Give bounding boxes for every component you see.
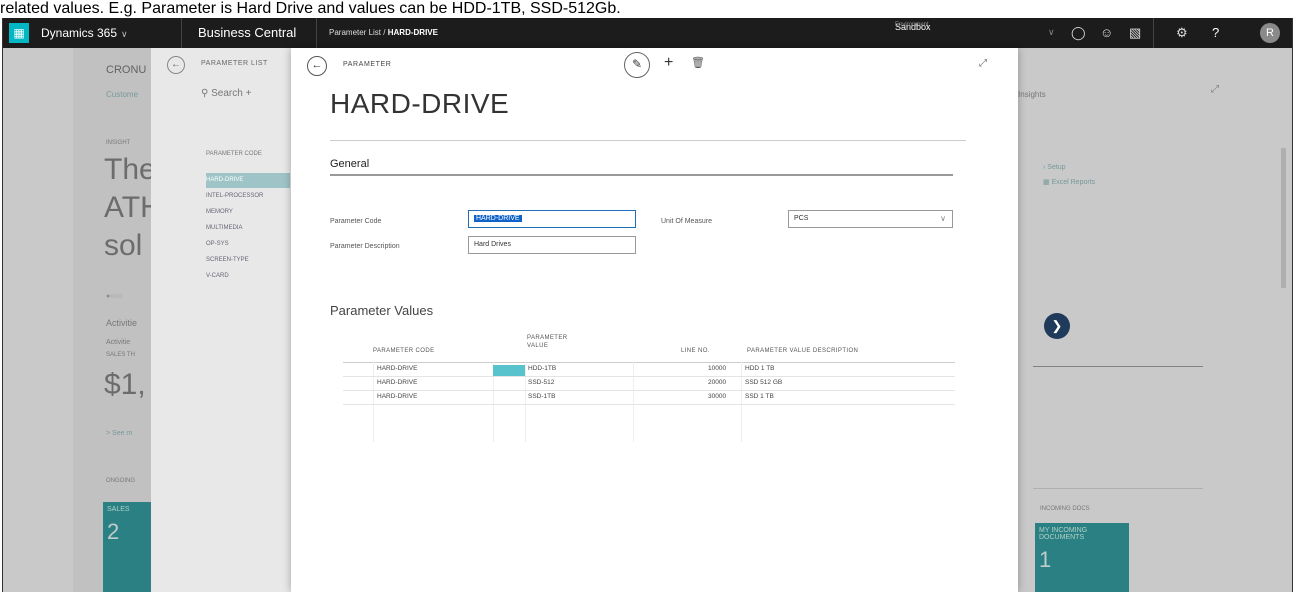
row-selector[interactable] (493, 365, 525, 376)
gear-icon[interactable]: ⚙ (1176, 25, 1188, 41)
unit-of-measure-label: Unit Of Measure (661, 218, 712, 225)
list-item[interactable]: MEMORY (206, 205, 290, 220)
list-item[interactable]: HARD-DRIVE (206, 173, 290, 188)
cell-code[interactable]: HARD-DRIVE (377, 365, 417, 372)
avatar[interactable]: R (1260, 23, 1280, 43)
divider (1153, 18, 1154, 48)
list-item[interactable]: OP-SYS (206, 237, 290, 252)
top-bar: ▦ Dynamics 365 ∨ Business Central Paramet… (3, 18, 1292, 48)
expand-icon[interactable]: ⤢ (979, 58, 987, 69)
list-item[interactable]: MULTIMEDIA (206, 221, 290, 236)
back-icon[interactable]: ← (307, 56, 327, 76)
list-title: PARAMETER LIST (201, 60, 268, 67)
breadcrumb-record: HARD-DRIVE (387, 28, 438, 37)
cell-description[interactable]: SSD 1 TB (745, 393, 774, 400)
back-icon[interactable]: ← (167, 56, 185, 74)
parameter-code-field[interactable]: HARD-DRIVE (468, 210, 636, 228)
cell-line[interactable]: 10000 (708, 365, 726, 372)
parameter-card: ← PARAMETER ✎ + 🗑 ⤢ HARD-DRIVE General P… (291, 48, 1018, 592)
breadcrumb: Parameter List / HARD-DRIVE (329, 28, 438, 37)
environment-label: Environment (895, 22, 929, 28)
cell-code[interactable]: HARD-DRIVE (377, 393, 417, 400)
parameter-description-field[interactable]: Hard Drives (468, 236, 636, 254)
delete-icon[interactable]: 🗑 (691, 56, 705, 69)
reports-icon[interactable]: ▧ (1129, 25, 1141, 41)
divider (181, 18, 182, 48)
divider (330, 174, 953, 176)
unit-of-measure-select[interactable]: PCS ∨ (788, 210, 953, 228)
dynamics-menu[interactable]: Dynamics 365 ∨ (41, 26, 128, 40)
search-button[interactable]: ⚲ Search + (201, 88, 251, 99)
list-item[interactable]: INTEL-PROCESSOR (206, 189, 290, 204)
environment-indicator: Environment Sandbox (895, 22, 1045, 44)
cell-value[interactable]: SSD-512 (528, 379, 554, 386)
new-icon[interactable]: + (664, 54, 673, 72)
dynamics-label: Dynamics 365 (41, 26, 118, 40)
lightbulb-icon[interactable]: ◯ (1071, 25, 1086, 41)
column-header-description[interactable]: PARAMETER VALUE DESCRIPTION (747, 348, 858, 354)
table-row[interactable]: HARD-DRIVE HDD-1TB 10000 HDD 1 TB (343, 363, 955, 377)
list-column-header: PARAMETER CODE (206, 151, 262, 157)
breadcrumb-list[interactable]: Parameter List (329, 28, 381, 37)
list-item[interactable]: V-CARD (206, 269, 290, 284)
column-header-value-2[interactable]: VALUE (527, 343, 548, 349)
smile-icon[interactable]: ☺ (1100, 25, 1113, 40)
app-name[interactable]: Business Central (198, 25, 296, 40)
cell-value[interactable]: HDD-1TB (528, 365, 556, 372)
column-header-line[interactable]: LINE NO. (681, 348, 710, 354)
app-window: ▦ Dynamics 365 ∨ Business Central Paramet… (2, 18, 1293, 592)
parameter-list-panel: ← PARAMETER LIST ⚲ Search + PARAMETER CO… (151, 48, 291, 592)
caption-text: related values. E.g. Parameter is Hard D… (0, 0, 621, 17)
divider (316, 18, 317, 48)
cell-line[interactable]: 20000 (708, 379, 726, 386)
edit-icon[interactable]: ✎ (624, 52, 650, 78)
table-row-empty[interactable] (343, 405, 955, 418)
breadcrumb-separator: / (383, 28, 386, 37)
table-row[interactable]: HARD-DRIVE SSD-1TB 30000 SSD 1 TB (343, 391, 955, 405)
chevron-down-icon: ∨ (121, 29, 128, 39)
page-title: HARD-DRIVE (330, 88, 510, 119)
list-item[interactable]: SCREEN-TYPE (206, 253, 290, 268)
fasttab-general[interactable]: General (330, 158, 369, 170)
parameter-values-heading: Parameter Values (330, 303, 434, 318)
cell-value[interactable]: SSD-1TB (528, 393, 555, 400)
help-icon[interactable]: ? (1212, 25, 1219, 40)
cell-code[interactable]: HARD-DRIVE (377, 379, 417, 386)
card-caption: PARAMETER (343, 61, 392, 68)
column-header-value-1[interactable]: PARAMETER (527, 335, 568, 341)
column-header-code[interactable]: PARAMETER CODE (373, 348, 435, 354)
cell-description[interactable]: HDD 1 TB (745, 365, 775, 372)
divider (330, 140, 966, 141)
parameter-description-label: Parameter Description (330, 243, 400, 250)
chevron-down-icon[interactable]: ∨ (1048, 27, 1055, 38)
next-arrow-icon[interactable]: ❯ (1044, 313, 1070, 339)
table-row[interactable]: HARD-DRIVE SSD-512 20000 SSD 512 GB (343, 377, 955, 391)
cell-line[interactable]: 30000 (708, 393, 726, 400)
cell-description[interactable]: SSD 512 GB (745, 379, 782, 386)
parameter-code-label: Parameter Code (330, 218, 382, 225)
app-launcher-icon[interactable]: ▦ (9, 23, 29, 43)
chevron-down-icon: ∨ (940, 214, 946, 223)
